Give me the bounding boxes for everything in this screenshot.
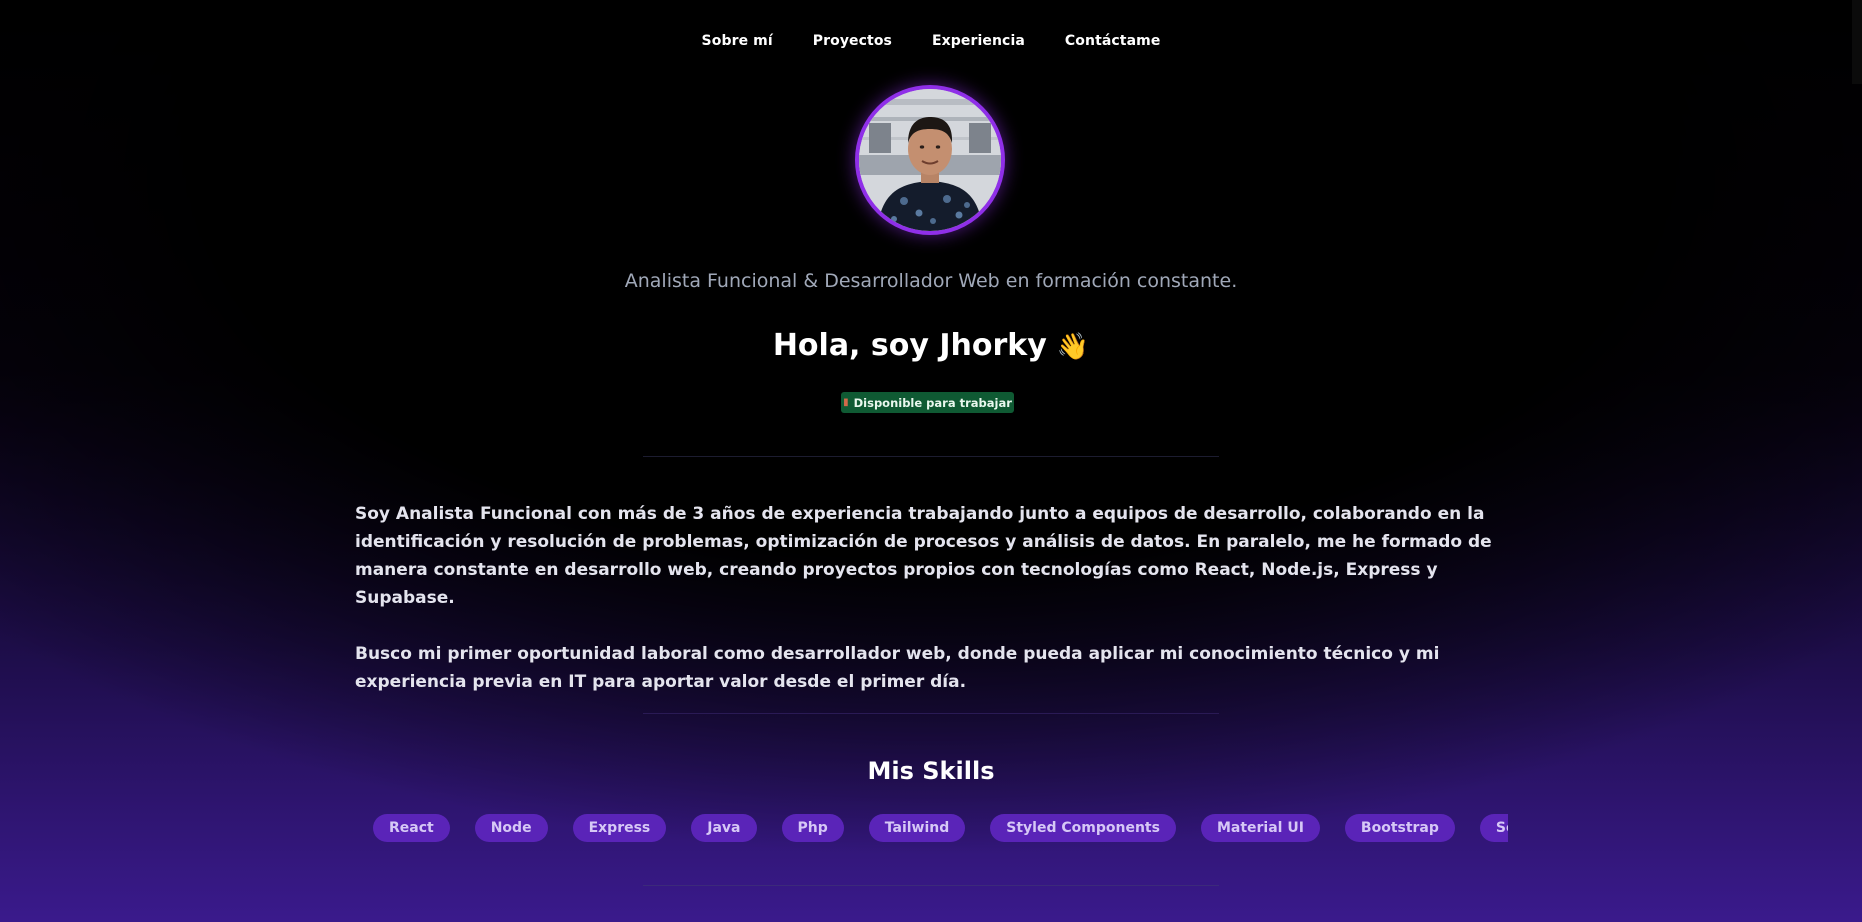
nav-list: Sobre mí Proyectos Experiencia Contáctam… <box>702 33 1161 49</box>
avatar <box>855 85 1005 235</box>
hero-title-text: Hola, soy Jhorky <box>772 328 1047 363</box>
skills-title: Mis Skills <box>867 757 995 785</box>
skill-chip: Styled Components <box>990 814 1176 842</box>
section-divider <box>643 456 1219 457</box>
skill-chip: Bootstrap <box>1344 814 1455 842</box>
hero-title: Hola, soy Jhorky 👋 <box>0 328 1862 363</box>
availability-badge: ▮ Disponible para trabajar <box>841 392 1014 413</box>
nav-item-proyectos[interactable]: Proyectos <box>813 33 892 49</box>
nav-item-experiencia[interactable]: Experiencia <box>932 33 1025 49</box>
availability-badge-label: Disponible para trabajar <box>853 395 1012 410</box>
about-paragraph: Busco mi primer oportunidad laboral como… <box>355 644 1440 692</box>
scrollbar-track[interactable] <box>1852 0 1862 84</box>
about-paragraph: Soy Analista Funcional con más de 3 años… <box>355 504 1492 608</box>
profile-photo <box>859 89 1001 231</box>
skill-chip: Tailwind <box>868 814 966 842</box>
section-divider <box>643 713 1219 714</box>
skills-carousel: React Node Express Java Php Tailwind Sty… <box>373 814 1508 842</box>
skill-chip: Php <box>781 814 844 842</box>
skill-chip: Node <box>474 814 548 842</box>
nav-item-sobre-mi[interactable]: Sobre mí <box>702 33 773 49</box>
skill-chip: Java <box>691 814 757 842</box>
skill-chip: Material UI <box>1200 814 1320 842</box>
briefcase-icon: ▮ <box>843 397 849 408</box>
top-nav: Sobre mí Proyectos Experiencia Contáctam… <box>0 0 1862 84</box>
page: Sobre mí Proyectos Experiencia Contáctam… <box>0 0 1862 922</box>
skill-chip: Express <box>572 814 667 842</box>
about-section: Soy Analista Funcional con más de 3 años… <box>355 500 1505 724</box>
skill-chip: React <box>373 814 450 842</box>
skill-chip: Sequelize <box>1479 814 1508 842</box>
nav-item-contactame[interactable]: Contáctame <box>1065 33 1161 49</box>
waving-hand-icon: 👋 <box>1056 332 1090 362</box>
hero-subtitle: Analista Funcional & Desarrollador Web e… <box>624 270 1238 292</box>
section-divider <box>643 885 1219 886</box>
